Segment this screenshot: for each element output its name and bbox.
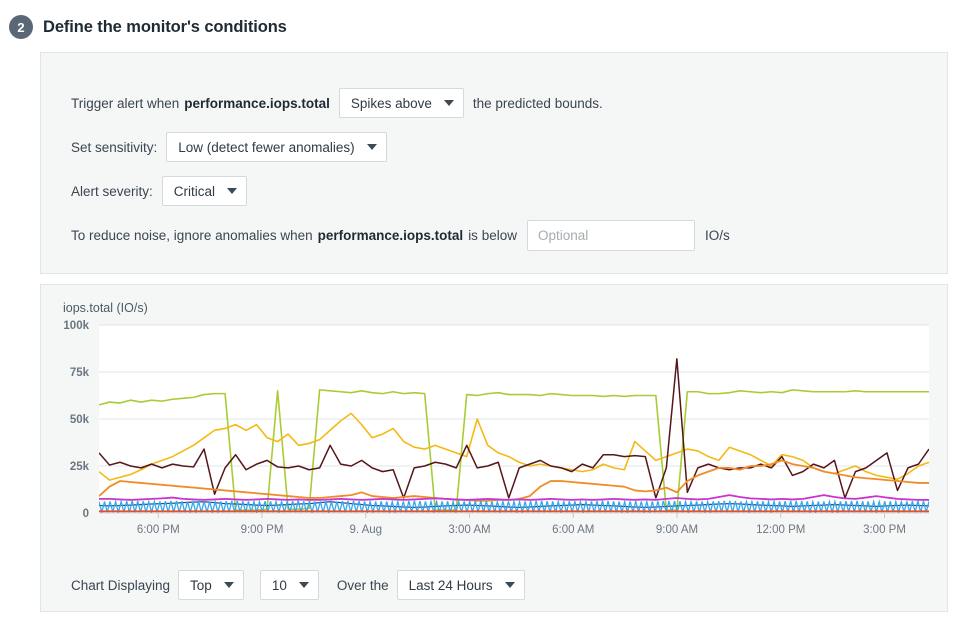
sensitivity-select-value: Low (detect fewer anomalies) xyxy=(178,140,354,155)
conditions-panel: Trigger alert when performance.iops.tota… xyxy=(40,52,948,274)
chart-panel: iops.total (IO/s) 0 25k 50k 75k 100k 6:00 PM 9… xyxy=(40,284,948,612)
severity-select-value: Critical xyxy=(174,184,215,199)
iops-timeseries-chart: 0 25k 50k 75k 100k 6:00 PM 9:00 PM 9. Aug 3:00 A… xyxy=(51,317,931,547)
threshold-input[interactable] xyxy=(527,220,695,251)
time-range-select[interactable]: Last 24 Hours xyxy=(397,570,525,600)
sensitivity-select[interactable]: Low (detect fewer anomalies) xyxy=(166,132,386,162)
count-select-value: 10 xyxy=(272,578,287,593)
sensitivity-row: Set sensitivity: Low (detect fewer anoma… xyxy=(71,132,396,162)
y-axis-tick-label: 75k xyxy=(70,367,90,379)
chart-canvas: 0 25k 50k 75k 100k 6:00 PM 9:00 PM 9. Aug 3:00 A… xyxy=(51,317,931,547)
severity-label: Alert severity: xyxy=(71,184,153,199)
sensitivity-label: Set sensitivity: xyxy=(71,140,157,155)
trigger-suffix-label: the predicted bounds. xyxy=(473,96,603,111)
noise-metric-label: performance.iops.total xyxy=(318,228,464,243)
trigger-metric-label: performance.iops.total xyxy=(184,96,330,111)
chevron-down-icon xyxy=(505,582,515,588)
trigger-type-select-value: Spikes above xyxy=(351,96,432,111)
y-axis-tick-label: 100k xyxy=(63,320,89,332)
chevron-down-icon xyxy=(227,188,237,194)
chevron-down-icon xyxy=(299,582,309,588)
chart-controls: Chart Displaying Top 10 Over the Last 24… xyxy=(71,570,533,600)
x-axis-tick-label: 3:00 AM xyxy=(448,524,490,536)
x-axis-tick-label: 9:00 PM xyxy=(241,524,284,536)
rank-select[interactable]: Top xyxy=(178,570,244,600)
chevron-down-icon xyxy=(367,144,377,150)
page-title: Define the monitor's conditions xyxy=(43,18,287,37)
x-axis-tick-label: 9. Aug xyxy=(349,524,382,536)
severity-select[interactable]: Critical xyxy=(162,176,247,206)
over-the-label: Over the xyxy=(337,578,389,593)
x-axis-tick-label: 12:00 PM xyxy=(756,524,805,536)
step-header: 2 Define the monitor's conditions xyxy=(0,0,955,44)
y-axis-tick-label: 25k xyxy=(70,461,90,473)
x-axis-tick-label: 9:00 AM xyxy=(656,524,698,536)
y-axis-tick-label: 50k xyxy=(70,414,90,426)
count-select[interactable]: 10 xyxy=(260,570,319,600)
chart-displaying-label: Chart Displaying xyxy=(71,578,170,593)
trigger-type-select[interactable]: Spikes above xyxy=(339,88,464,118)
trigger-condition-row: Trigger alert when performance.iops.tota… xyxy=(71,88,603,118)
step-number-badge: 2 xyxy=(9,15,33,39)
severity-row: Alert severity: Critical xyxy=(71,176,256,206)
chevron-down-icon xyxy=(224,582,234,588)
rank-select-value: Top xyxy=(190,578,212,593)
noise-mid-label: is below xyxy=(468,228,517,243)
x-axis-tick-label: 3:00 PM xyxy=(863,524,906,536)
chart-title: iops.total (IO/s) xyxy=(63,301,148,315)
noise-threshold-row: To reduce noise, ignore anomalies when p… xyxy=(71,220,730,251)
chevron-down-icon xyxy=(444,100,454,106)
noise-prefix-label: To reduce noise, ignore anomalies when xyxy=(71,228,313,243)
time-range-select-value: Last 24 Hours xyxy=(409,578,493,593)
trigger-prefix-label: Trigger alert when xyxy=(71,96,179,111)
x-axis-tick-label: 6:00 AM xyxy=(552,524,594,536)
threshold-unit-label: IO/s xyxy=(705,228,730,243)
x-axis-tick-label: 6:00 PM xyxy=(137,524,180,536)
y-axis-tick-label: 0 xyxy=(83,508,89,520)
